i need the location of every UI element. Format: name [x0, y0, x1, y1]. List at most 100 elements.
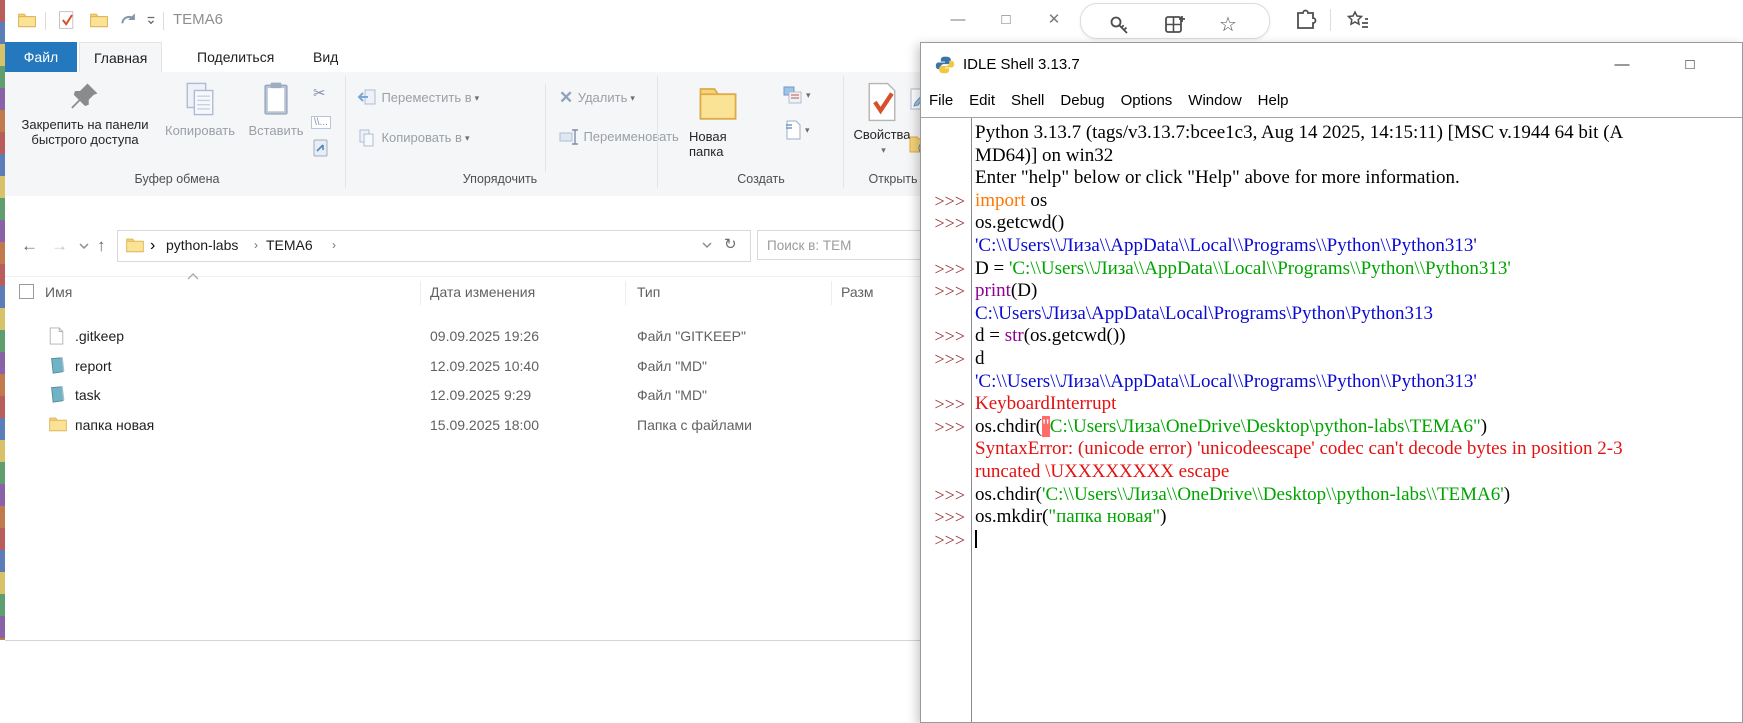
shell-prompt — [921, 145, 975, 168]
file-row-task[interactable]: task12.09.2025 9:29Файл "MD" — [5, 383, 1072, 409]
extensions-icon[interactable] — [1294, 9, 1318, 33]
breadcrumb-tema6[interactable]: ТЕМА6 — [266, 237, 313, 253]
idle-maximize-button[interactable]: □ — [1673, 51, 1707, 79]
shell-prompt: >>> — [921, 280, 975, 303]
history-chevron-icon[interactable] — [79, 242, 89, 250]
shell-line: >>>import os — [921, 190, 1742, 213]
new-item-button[interactable]: ▾ — [785, 120, 810, 140]
collections-icon[interactable] — [1346, 9, 1370, 33]
file-name[interactable]: report — [75, 358, 112, 374]
properties-check-icon[interactable] — [57, 10, 77, 30]
key-icon[interactable] — [1107, 13, 1131, 37]
crumb-separator: › — [246, 238, 266, 252]
shell-line: >>>D = 'C:\\Users\\Лиза\\AppData\\Local\… — [921, 258, 1742, 281]
paste-button[interactable]: Вставить — [243, 80, 309, 138]
idle-window-title: IDLE Shell 3.13.7 — [963, 56, 1080, 73]
new-folder-icon[interactable] — [89, 10, 109, 30]
breadcrumb-python-labs[interactable]: python-labs — [166, 237, 238, 253]
group-label-create: Создать — [737, 172, 785, 186]
tab-main[interactable]: Главная — [79, 42, 162, 72]
file-date: 15.09.2025 18:00 — [430, 417, 539, 433]
shell-line: C:\Users\Лиза\AppData\Local\Programs\Pyt… — [921, 303, 1742, 326]
idle-menu-file[interactable]: File — [921, 87, 961, 114]
explorer-close-button[interactable]: ✕ — [1039, 6, 1069, 34]
dropdown-arrow-icon: ▾ — [806, 90, 811, 101]
pin-to-quick-access-button[interactable]: Закрепить на панели быстрого доступа — [15, 80, 155, 147]
delete-button[interactable]: ✕ Удалить▾ — [559, 88, 635, 108]
move-to-button[interactable]: Переместить в▾ — [357, 88, 479, 108]
shell-line: Enter "help" below or click "Help" above… — [921, 167, 1742, 190]
paste-shortcut-icon — [313, 138, 329, 158]
file-name[interactable]: .gitkeep — [75, 328, 124, 344]
idle-menu-help[interactable]: Help — [1250, 87, 1297, 114]
divider — [831, 281, 832, 305]
copy-to-button[interactable]: Копировать в▾ — [357, 128, 470, 148]
properties-button[interactable]: Свойства ▾ — [851, 82, 913, 160]
idle-menu-edit[interactable]: Edit — [961, 87, 1003, 114]
column-header-name[interactable]: Имя — [45, 284, 72, 300]
shell-prompt: >>> — [921, 348, 975, 371]
easy-access-button[interactable]: ▾ — [783, 86, 811, 104]
idle-titlebar[interactable]: IDLE Shell 3.13.7 — □ — [921, 43, 1742, 87]
redo-icon[interactable] — [119, 10, 139, 30]
idle-menu-debug[interactable]: Debug — [1052, 87, 1112, 114]
shell-line: >>>os.chdir("C:\Users\Лиза\OneDrive\Desk… — [921, 416, 1742, 439]
idle-shell-text-area[interactable]: Python 3.13.7 (tags/v3.13.7:bcee1c3, Aug… — [921, 117, 1742, 722]
shell-prompt — [921, 303, 975, 326]
idle-menu-window[interactable]: Window — [1180, 87, 1249, 114]
crumb-separator: › — [150, 237, 155, 255]
column-header-size[interactable]: Разм — [841, 284, 874, 300]
cut-button[interactable]: ✂ — [313, 84, 326, 102]
divider — [625, 281, 626, 305]
shell-line: >>>KeyboardInterrupt — [921, 393, 1742, 416]
browser-address-pill[interactable]: ☆ — [1080, 3, 1270, 39]
divider — [843, 76, 844, 188]
tab-share[interactable]: Поделиться — [183, 42, 288, 71]
back-button[interactable]: ← — [21, 236, 38, 256]
copy-path-button[interactable]: \\... — [311, 116, 331, 129]
file-row-report[interactable]: report12.09.2025 10:40Файл "MD" — [5, 354, 1072, 380]
idle-menu-shell[interactable]: Shell — [1003, 87, 1052, 114]
copy-button[interactable]: Копировать — [159, 80, 241, 138]
crumb-separator: › — [324, 238, 344, 252]
up-button[interactable]: ↑ — [97, 236, 106, 256]
folder-icon[interactable] — [17, 10, 37, 30]
file-date: 09.09.2025 19:26 — [430, 328, 539, 344]
shell-prompt: >>> — [921, 325, 975, 348]
new-item-icon — [785, 120, 802, 140]
file-row-.gitkeep[interactable]: .gitkeep09.09.2025 19:26Файл "GITKEEP" — [5, 324, 1072, 350]
paste-shortcut-button[interactable] — [313, 138, 329, 161]
divider — [345, 76, 346, 188]
delete-x-icon: ✕ — [559, 88, 573, 107]
new-folder-button[interactable]: Новая папка — [689, 82, 769, 159]
file-type: Файл "MD" — [637, 387, 707, 403]
file-type: Файл "MD" — [637, 358, 707, 374]
idle-menubar: FileEditShellDebugOptionsWindowHelp — [921, 87, 1742, 117]
rename-button[interactable]: Переименовать — [559, 128, 679, 146]
shell-prompt — [921, 461, 975, 484]
group-label-open: Открыть — [868, 172, 917, 186]
tab-grid-icon[interactable] — [1163, 13, 1187, 37]
idle-minimize-button[interactable]: — — [1605, 51, 1639, 79]
shell-line: MD64)] on win32 — [921, 145, 1742, 168]
idle-menu-options[interactable]: Options — [1113, 87, 1181, 114]
shell-prompt — [921, 235, 975, 258]
address-dropdown-icon[interactable] — [702, 242, 712, 250]
refresh-icon[interactable]: ↻ — [724, 235, 737, 253]
breadcrumb-folder-icon — [126, 237, 144, 253]
breadcrumb[interactable]: › python-labs › ТЕМА6 › ↻ — [117, 230, 751, 262]
explorer-minimize-button[interactable]: — — [943, 6, 973, 34]
file-name[interactable]: task — [75, 387, 101, 403]
address-bar: ← → ↑ › python-labs › ТЕМА6 › ↻ Поиск в:… — [5, 196, 1072, 268]
explorer-maximize-button[interactable]: □ — [991, 6, 1021, 34]
favorite-star-icon[interactable]: ☆ — [1219, 13, 1243, 37]
forward-button[interactable]: → — [51, 236, 68, 256]
select-all-checkbox[interactable] — [19, 284, 34, 299]
qat-dropdown-icon[interactable] — [145, 10, 157, 30]
file-row-папка новая[interactable]: папка новая15.09.2025 18:00Папка с файла… — [5, 413, 1072, 439]
column-header-type[interactable]: Тип — [637, 284, 660, 300]
file-name[interactable]: папка новая — [75, 417, 154, 433]
tab-file[interactable]: Файл — [5, 42, 77, 72]
tab-view[interactable]: Вид — [299, 42, 352, 71]
column-header-date[interactable]: Дата изменения — [430, 284, 535, 300]
